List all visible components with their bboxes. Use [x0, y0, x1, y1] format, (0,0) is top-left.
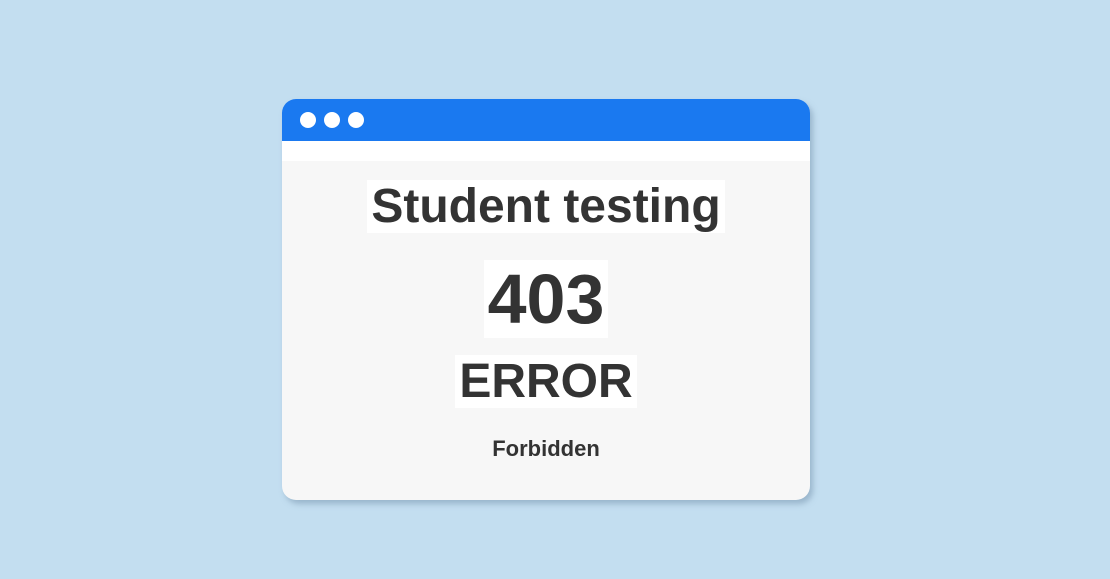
browser-window: Student testing 403 ERROR Forbidden — [282, 99, 810, 500]
error-message: Forbidden — [492, 436, 600, 461]
page-background: Student testing 403 ERROR Forbidden — [0, 0, 1110, 579]
error-label: ERROR — [282, 354, 810, 410]
address-bar-strip — [282, 141, 810, 161]
window-titlebar — [282, 99, 810, 141]
window-dot-icon — [300, 112, 316, 128]
error-content: Student testing 403 ERROR Forbidden — [282, 161, 810, 500]
error-code: 403 — [282, 259, 810, 339]
window-dot-icon — [324, 112, 340, 128]
page-title: Student testing — [282, 178, 810, 236]
window-dot-icon — [348, 112, 364, 128]
